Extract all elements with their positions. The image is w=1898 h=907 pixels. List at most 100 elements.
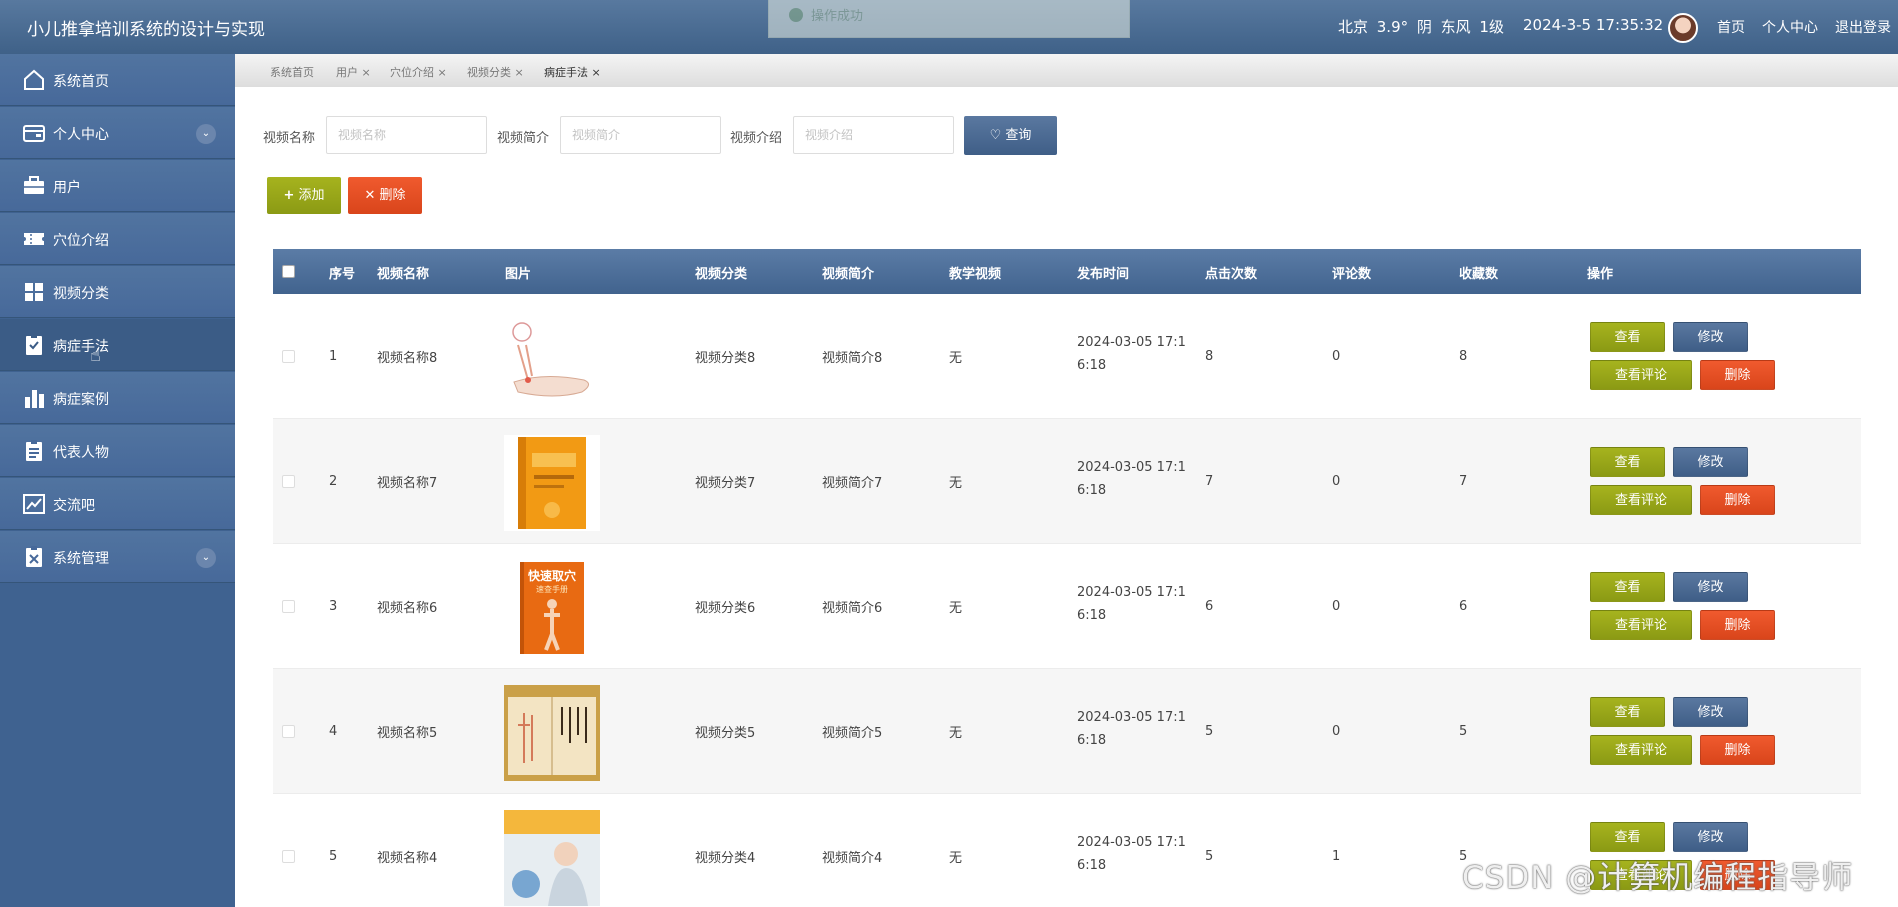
select-all-checkbox[interactable]	[282, 265, 295, 278]
row-video-category: 视频分类6	[695, 601, 756, 616]
row-checkbox[interactable]	[282, 350, 295, 363]
row-thumbnail[interactable]	[504, 310, 600, 406]
row-video-summary: 视频简介6	[822, 601, 883, 616]
edit-button[interactable]: 修改	[1673, 322, 1748, 352]
row-click-count: 6	[1205, 599, 1214, 614]
tab-acupoints[interactable]: 穴位介绍 ×	[390, 64, 447, 80]
row-favorite-count: 7	[1459, 474, 1468, 489]
sidebar-item-personal-center[interactable]: 个人中心 ⌄	[0, 107, 235, 159]
header-favorite-count: 收藏数	[1459, 267, 1499, 282]
publish-time-line2: 6:18	[1077, 733, 1107, 748]
tab-symptom-techniques[interactable]: 病症手法 ×	[544, 64, 601, 80]
home-link[interactable]: 首页	[1717, 17, 1745, 37]
sidebar-item-label: 视频分类	[53, 286, 109, 302]
briefcase-icon	[22, 175, 46, 197]
row-checkbox[interactable]	[282, 475, 295, 488]
chevron-down-icon[interactable]: ⌄	[196, 124, 216, 144]
sidebar-item-symptom-techniques[interactable]: 病症手法 ☝	[0, 319, 235, 371]
sidebar-item-home[interactable]: 系统首页	[0, 54, 235, 106]
row-click-count: 5	[1205, 724, 1214, 739]
view-button[interactable]: 查看	[1590, 572, 1665, 602]
video-summary-input[interactable]	[560, 116, 721, 154]
view-comments-button[interactable]: 查看评论	[1590, 735, 1692, 765]
clipboard-check-icon	[22, 334, 46, 356]
book-title: 快速取穴	[528, 568, 576, 583]
row-teaching-video: 无	[949, 601, 963, 616]
query-label: 查询	[1005, 128, 1032, 143]
sidebar-item-label: 病症案例	[53, 392, 109, 408]
row-index: 3	[329, 599, 338, 614]
trend-icon	[22, 493, 46, 515]
row-thumbnail[interactable]: 快速取穴 速查手册	[504, 560, 600, 656]
row-checkbox[interactable]	[282, 600, 295, 613]
row-thumbnail[interactable]	[504, 435, 600, 531]
row-checkbox[interactable]	[282, 850, 295, 863]
delete-button[interactable]: 删除	[1700, 485, 1775, 515]
row-favorite-count: 5	[1459, 724, 1468, 739]
delete-button[interactable]: 删除	[1700, 360, 1775, 390]
row-video-category: 视频分类7	[695, 476, 756, 491]
tab-users[interactable]: 用户 ×	[336, 64, 371, 80]
sidebar-item-video-categories[interactable]: 视频分类	[0, 266, 235, 318]
home-icon	[22, 69, 46, 91]
view-comments-button[interactable]: 查看评论	[1590, 610, 1692, 640]
chevron-down-icon[interactable]: ⌄	[196, 548, 216, 568]
batch-delete-button[interactable]: ✕ 删除	[348, 177, 422, 214]
sidebar-item-forum[interactable]: 交流吧	[0, 478, 235, 530]
sidebar-item-system-management[interactable]: 系统管理 ⌄	[0, 531, 235, 583]
sidebar-item-representatives[interactable]: 代表人物	[0, 425, 235, 477]
edit-button[interactable]: 修改	[1673, 822, 1748, 852]
hand-cursor-icon: ☝	[90, 345, 101, 366]
row-video-name: 视频名称4	[377, 851, 438, 866]
add-button[interactable]: + 添加	[267, 177, 341, 214]
top-header: 小儿推拿培训系统的设计与实现 操作成功 北京 3.9° 阴 东风 1级 2024…	[0, 0, 1898, 54]
success-toast: 操作成功	[768, 0, 1130, 38]
logout-link[interactable]: 退出登录	[1835, 17, 1891, 37]
sidebar-item-symptom-cases[interactable]: 病症案例	[0, 372, 235, 424]
view-comments-button[interactable]: 查看评论	[1590, 485, 1692, 515]
delete-button[interactable]: 删除	[1700, 610, 1775, 640]
video-name-input[interactable]	[326, 116, 487, 154]
sidebar-item-label: 个人中心	[53, 127, 109, 143]
video-intro-input[interactable]	[793, 116, 954, 154]
view-button[interactable]: 查看	[1590, 697, 1665, 727]
view-comments-button[interactable]: 查看评论	[1590, 360, 1692, 390]
row-publish-time: 2024-03-05 17:1 6:18	[1077, 831, 1187, 877]
book-subtitle: 速查手册	[536, 584, 568, 594]
header-teaching-video: 教学视频	[949, 267, 1002, 282]
header-image: 图片	[505, 267, 532, 282]
tab-video-categories[interactable]: 视频分类 ×	[467, 64, 524, 80]
tab-home[interactable]: 系统首页	[270, 64, 314, 80]
row-favorite-count: 8	[1459, 349, 1468, 364]
row-thumbnail[interactable]	[504, 685, 600, 781]
row-video-summary: 视频简介7	[822, 476, 883, 491]
sidebar-item-users[interactable]: 用户	[0, 160, 235, 212]
sidebar-item-acupoints[interactable]: 穴位介绍	[0, 213, 235, 265]
ticket-icon	[22, 228, 46, 250]
sidebar-item-label: 用户	[53, 180, 81, 196]
row-thumbnail[interactable]	[504, 810, 600, 906]
edit-button[interactable]: 修改	[1673, 697, 1748, 727]
sidebar-item-label: 交流吧	[53, 498, 95, 514]
row-video-category: 视频分类8	[695, 351, 756, 366]
edit-button[interactable]: 修改	[1673, 572, 1748, 602]
delete-button[interactable]: 删除	[1700, 735, 1775, 765]
row-teaching-video: 无	[949, 351, 963, 366]
profile-link[interactable]: 个人中心	[1762, 17, 1818, 37]
publish-time-line2: 6:18	[1077, 358, 1107, 373]
toast-message: 操作成功	[811, 9, 864, 24]
sidebar-item-label: 代表人物	[53, 445, 109, 461]
row-checkbox[interactable]	[282, 725, 295, 738]
breadcrumb-tabs: 系统首页 用户 × 穴位介绍 × 视频分类 × 病症手法 ×	[235, 54, 1898, 87]
row-comment-count: 0	[1332, 349, 1341, 364]
row-click-count: 8	[1205, 349, 1214, 364]
publish-time-line1: 2024-03-05 17:1	[1077, 585, 1186, 600]
view-button[interactable]: 查看	[1590, 822, 1665, 852]
heart-icon: ♡	[989, 128, 1002, 143]
query-button[interactable]: ♡ 查询	[964, 116, 1057, 155]
header-publish-time: 发布时间	[1077, 267, 1130, 282]
view-button[interactable]: 查看	[1590, 322, 1665, 352]
user-avatar[interactable]	[1668, 13, 1698, 43]
edit-button[interactable]: 修改	[1673, 447, 1748, 477]
view-button[interactable]: 查看	[1590, 447, 1665, 477]
